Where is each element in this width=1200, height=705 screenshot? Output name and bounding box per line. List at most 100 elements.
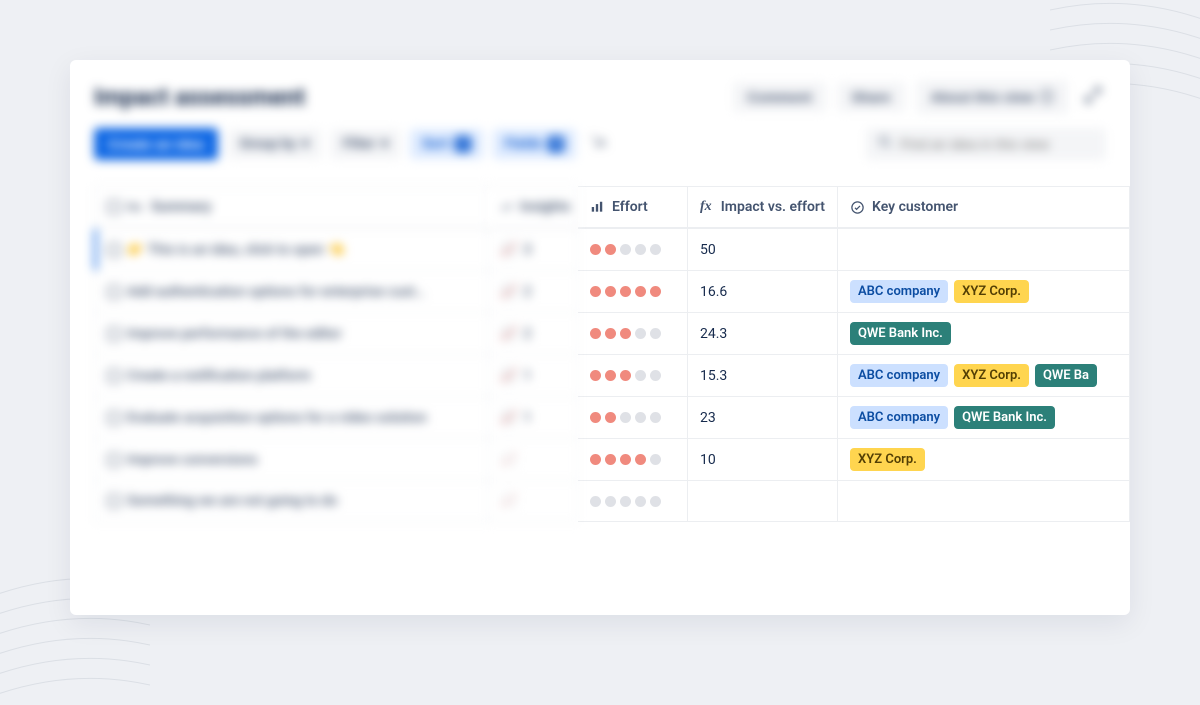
insights-icon: 📈 <box>500 452 517 468</box>
th-impact-vs-effort[interactable]: fx Impact vs. effort <box>688 186 838 228</box>
cell-key-customer[interactable]: ABC company XYZ Corp. <box>838 270 1130 312</box>
customer-tag[interactable]: ABC company <box>850 364 948 387</box>
row-summary[interactable]: Improve conversions <box>94 438 488 480</box>
toolbar: Create an idea Group by ▾ Filter ▾ Sort … <box>70 124 1130 178</box>
cell-ivf[interactable]: 10 <box>688 438 838 480</box>
cell-insights[interactable]: 📈 <box>488 438 578 480</box>
cell-effort[interactable] <box>578 396 688 438</box>
cell-effort[interactable] <box>578 312 688 354</box>
cell-insights[interactable]: 📈 <box>488 480 578 522</box>
sort-chip[interactable]: Sort 2 <box>410 129 483 159</box>
search-input[interactable] <box>900 136 1094 152</box>
row-summary[interactable]: Something we are not going to do <box>94 480 488 522</box>
fields-count: 8 <box>548 136 564 152</box>
effort-dots <box>590 286 661 297</box>
cell-ivf[interactable]: 23 <box>688 396 838 438</box>
customer-tag[interactable]: QWE Ba <box>1035 364 1097 387</box>
row-summary[interactable]: Add authentication options for enterpris… <box>94 270 488 312</box>
cell-key-customer[interactable] <box>838 480 1130 522</box>
effort-dots <box>590 328 661 339</box>
col-insights: Insights 📈3 📈2 📈2 📈1 📈1 📈 📈 <box>488 186 578 615</box>
insights-icon: 📈 <box>500 368 517 384</box>
create-idea-button[interactable]: Create an idea <box>94 128 218 160</box>
chevron-down-icon: ▾ <box>302 136 309 152</box>
cell-key-customer[interactable]: ABC company QWE Bank Inc. <box>838 396 1130 438</box>
effort-dots <box>590 454 661 465</box>
checkbox-all[interactable] <box>107 200 121 214</box>
cell-ivf[interactable]: 50 <box>688 228 838 270</box>
customer-tag[interactable]: ABC company <box>850 406 948 429</box>
checkbox[interactable] <box>107 243 121 257</box>
checkbox[interactable] <box>107 411 121 425</box>
checkbox[interactable] <box>107 369 121 383</box>
cell-ivf[interactable]: 15.3 <box>688 354 838 396</box>
col-impact-vs-effort: fx Impact vs. effort 50 16.6 24.3 15.3 2… <box>688 186 838 615</box>
info-icon: ⓘ <box>1040 87 1054 107</box>
th-summary-label: Summary <box>151 199 211 215</box>
magic-wand-icon[interactable] <box>586 129 612 159</box>
search-input-wrap[interactable] <box>866 128 1106 160</box>
customer-tag[interactable]: XYZ Corp. <box>850 448 925 471</box>
cell-effort[interactable] <box>578 480 688 522</box>
checkbox[interactable] <box>107 453 121 467</box>
effort-dots <box>590 370 661 381</box>
th-effort[interactable]: Effort <box>578 186 688 228</box>
cell-ivf[interactable]: 24.3 <box>688 312 838 354</box>
cell-effort[interactable] <box>578 438 688 480</box>
th-num: No <box>127 200 145 214</box>
th-summary[interactable]: No Summary <box>94 186 488 228</box>
cell-effort[interactable] <box>578 270 688 312</box>
row-summary[interactable]: 👉 This is an idea, click to open 👈 <box>94 228 488 270</box>
cell-ivf[interactable]: 16.6 <box>688 270 838 312</box>
customer-tag[interactable]: QWE Bank Inc. <box>850 322 951 345</box>
cell-effort[interactable] <box>578 228 688 270</box>
insights-icon: 📈 <box>500 242 517 258</box>
filter-chip[interactable]: Filter ▾ <box>331 129 400 159</box>
cell-insights[interactable]: 📈1 <box>488 354 578 396</box>
cell-key-customer[interactable]: XYZ Corp. <box>838 438 1130 480</box>
effort-dots <box>590 244 661 255</box>
th-key-customer[interactable]: Key customer <box>838 186 1130 228</box>
app-card: Impact assessment Comment Share About th… <box>70 60 1130 615</box>
cell-key-customer[interactable]: QWE Bank Inc. <box>838 312 1130 354</box>
customer-tag[interactable]: XYZ Corp. <box>954 364 1029 387</box>
customer-tag[interactable]: QWE Bank Inc. <box>954 406 1055 429</box>
row-summary[interactable]: Create a notification platform <box>94 354 488 396</box>
bar-chart-icon <box>590 199 606 215</box>
insights-icon: 📈 <box>500 284 517 300</box>
col-summary: No Summary 👉 This is an idea, click to o… <box>94 186 488 615</box>
fields-chip[interactable]: Fields 8 <box>493 129 577 159</box>
row-summary[interactable]: Evaluate acquisition options for a video… <box>94 396 488 438</box>
search-icon <box>878 135 892 153</box>
checkbox[interactable] <box>107 494 121 508</box>
customer-tag[interactable]: XYZ Corp. <box>954 280 1029 303</box>
chevron-down-icon: ▾ <box>381 136 388 152</box>
th-insights[interactable]: Insights <box>488 186 578 228</box>
row-summary[interactable]: Improve performance of the editor <box>94 312 488 354</box>
cell-insights[interactable]: 📈2 <box>488 312 578 354</box>
cell-insights[interactable]: 📈3 <box>488 228 578 270</box>
checkbox[interactable] <box>107 285 121 299</box>
cell-insights[interactable]: 📈2 <box>488 270 578 312</box>
insights-icon: 📈 <box>500 410 517 426</box>
cell-key-customer[interactable]: ABC company XYZ Corp. QWE Ba <box>838 354 1130 396</box>
table: No Summary 👉 This is an idea, click to o… <box>94 186 1130 615</box>
group-by-chip[interactable]: Group by ▾ <box>228 129 321 159</box>
expand-icon[interactable] <box>1080 82 1106 112</box>
header: Impact assessment Comment Share About th… <box>70 60 1130 124</box>
effort-dots <box>590 496 661 507</box>
about-view-button[interactable]: About this view ⓘ <box>917 80 1068 114</box>
customer-tag[interactable]: ABC company <box>850 280 948 303</box>
cell-ivf[interactable] <box>688 480 838 522</box>
col-key-customer: Key customer ABC company XYZ Corp. QWE B… <box>838 186 1130 615</box>
cell-effort[interactable] <box>578 354 688 396</box>
comment-button[interactable]: Comment <box>733 82 826 112</box>
cell-key-customer[interactable] <box>838 228 1130 270</box>
sort-count: 2 <box>455 136 471 152</box>
share-button[interactable]: Share <box>838 82 905 112</box>
effort-dots <box>590 412 661 423</box>
check-circle-icon <box>850 199 866 215</box>
checkbox[interactable] <box>107 327 121 341</box>
formula-icon: fx <box>700 199 715 215</box>
cell-insights[interactable]: 📈1 <box>488 396 578 438</box>
